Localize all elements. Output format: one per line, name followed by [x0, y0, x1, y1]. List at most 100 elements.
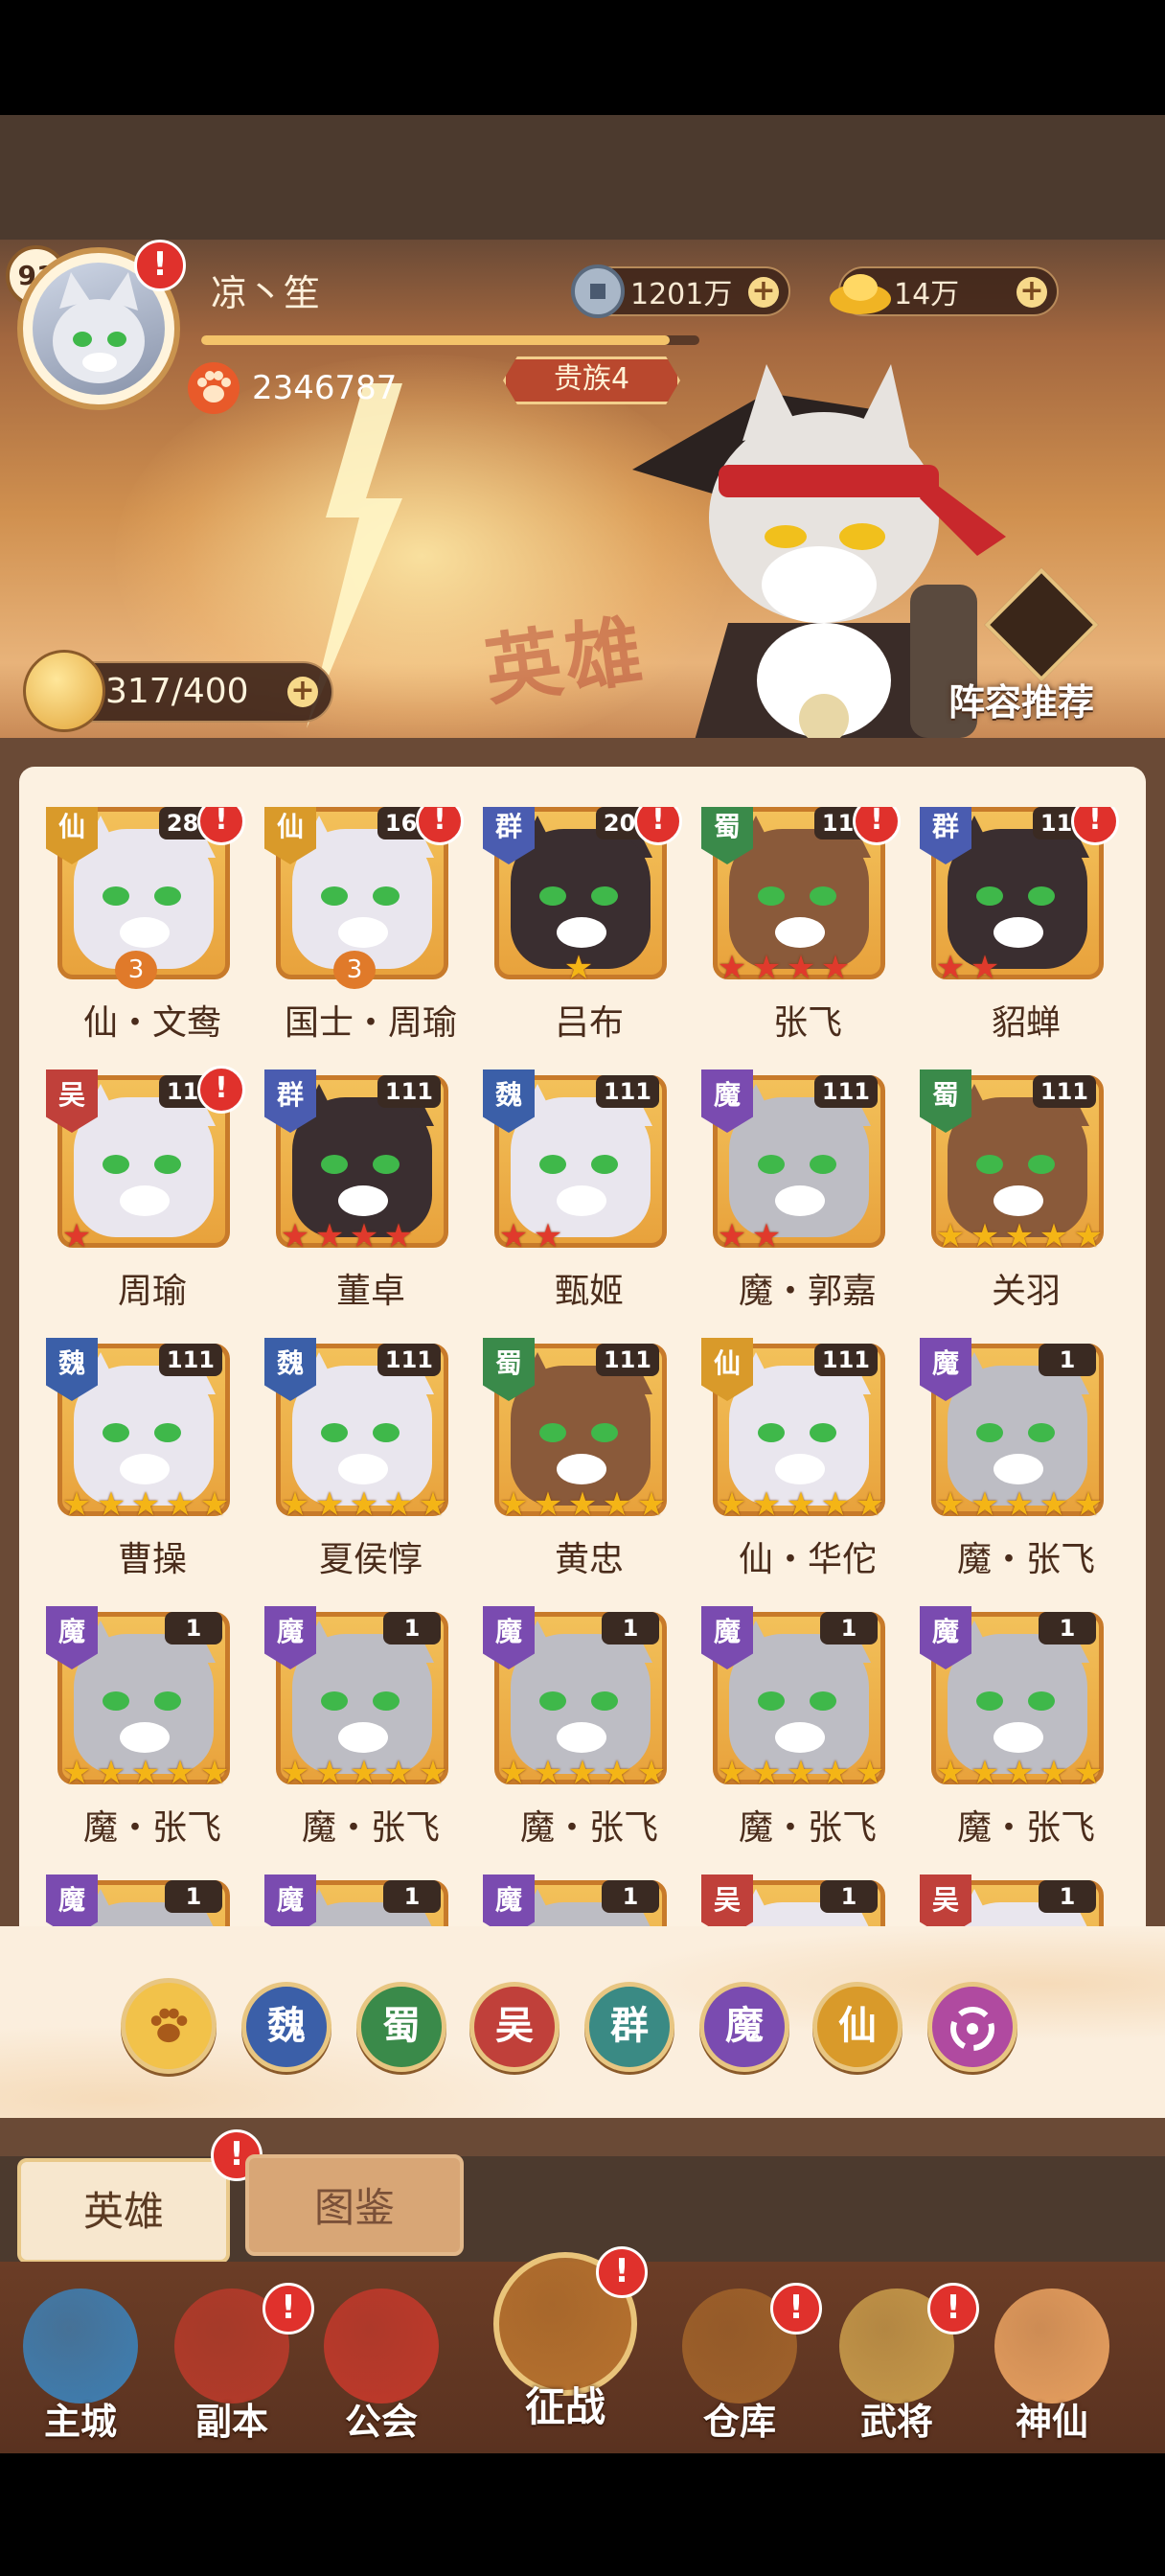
star-icon: ★	[1004, 1217, 1035, 1255]
hero-name: 董卓	[335, 1272, 405, 1311]
star-icon: ★	[751, 949, 782, 987]
hero-eye	[154, 1423, 181, 1442]
star-icon: ★	[165, 1485, 195, 1524]
star-icon: ★	[1039, 1754, 1069, 1792]
hero-card[interactable]: 蜀 111! ★ ★ ★ ★ 张飞	[697, 807, 901, 1066]
hero-level: 111	[595, 1344, 659, 1376]
star-icon: ★	[96, 1485, 126, 1524]
hero-card[interactable]: 魏 111 ★ ★ 甄姬	[479, 1070, 667, 1334]
filter-魏[interactable]: 魏	[241, 1982, 331, 2072]
filter-蜀[interactable]: 蜀	[356, 1982, 446, 2072]
hero-muzzle	[557, 1722, 606, 1753]
filter-仙[interactable]: 仙	[812, 1982, 902, 2072]
tab-heroes[interactable]: 英雄	[17, 2158, 230, 2264]
hero-card[interactable]: 吴1	[697, 1874, 885, 1930]
add-stamina-button[interactable]: +	[287, 677, 318, 707]
star-icon: ★	[199, 1485, 230, 1524]
hero-name: 魔・张飞	[738, 1808, 877, 1848]
hero-card[interactable]: 群 200! ★ 吕布	[479, 807, 682, 1066]
nav-alert-badge: !	[770, 2283, 822, 2334]
hero-card[interactable]: 魔1	[479, 1874, 667, 1930]
star-icon: ★	[717, 949, 747, 987]
hero-card[interactable]: 魔1	[42, 1874, 230, 1930]
stamina-value: 317/400	[105, 672, 249, 711]
hero-card[interactable]: 魔 1 ★ ★ ★ ★ ★ 魔・张飞	[42, 1606, 230, 1871]
filter-吴[interactable]: 吴	[469, 1982, 560, 2072]
stamina-display[interactable]: 317/400 +	[23, 650, 333, 732]
hero-eye	[591, 1423, 618, 1442]
star-icon: ★	[717, 1754, 747, 1792]
add-gold-button[interactable]: +	[1017, 277, 1047, 308]
hero-card[interactable]: 魔 1 ★ ★ ★ ★ ★ 魔・张飞	[261, 1606, 448, 1871]
faction-badge: 魔	[483, 1874, 535, 1930]
hero-eye	[154, 886, 181, 906]
noble-rank-badge[interactable]: 贵族4	[503, 356, 680, 404]
star-icon: ★	[533, 1485, 563, 1524]
filter-魔[interactable]: 魔	[699, 1982, 789, 2072]
swirl-icon	[950, 2007, 994, 2051]
hero-card[interactable]: 魏 111 ★ ★ ★ ★ ★ 曹操	[42, 1338, 230, 1602]
hero-muzzle	[775, 917, 825, 948]
hero-muzzle	[120, 1185, 170, 1216]
hero-name: 张飞	[772, 1003, 842, 1043]
hero-card[interactable]: 蜀 111 ★ ★ ★ ★ ★ 关羽	[916, 1070, 1104, 1334]
hero-muzzle	[557, 1454, 606, 1484]
hero-name: 仙・华佗	[738, 1540, 877, 1579]
hero-card[interactable]: 群 111! ★ ★ 貂蝉	[916, 807, 1119, 1066]
star-icon: ★	[349, 1754, 379, 1792]
hero-card[interactable]: 魔 1 ★ ★ ★ ★ ★ 魔・张飞	[916, 1606, 1104, 1871]
paw-filter-button[interactable]	[121, 1978, 217, 2074]
star-icon: ★	[751, 1485, 782, 1524]
hero-card[interactable]: 仙 280! 3 仙・文鸯	[42, 807, 245, 1066]
star-icon: ★	[533, 1217, 563, 1255]
hero-eye	[373, 1691, 400, 1711]
add-copper-button[interactable]: +	[748, 277, 779, 308]
hero-muzzle	[120, 1454, 170, 1484]
gold-value: 14万	[894, 278, 960, 311]
hero-eye	[1028, 1155, 1055, 1174]
status-bar	[0, 0, 1165, 115]
nav-sword[interactable]: 副本!	[155, 2283, 314, 2443]
hero-muzzle	[994, 1722, 1043, 1753]
hero-name: 魔・张飞	[301, 1808, 440, 1848]
hero-name: 魔・张飞	[956, 1540, 1095, 1579]
nav-castle[interactable]: 主城	[4, 2288, 157, 2443]
star-icon: ★	[751, 1217, 782, 1255]
nav-general[interactable]: 武将!	[820, 2283, 979, 2443]
hero-card[interactable]: 魔 1 ★ ★ ★ ★ ★ 魔・张飞	[916, 1338, 1104, 1602]
hero-card[interactable]: 魔 1 ★ ★ ★ ★ ★ 魔・张飞	[697, 1606, 885, 1871]
hero-card[interactable]: 魔 111 ★ ★ 魔・郭嘉	[697, 1070, 885, 1334]
hero-eye	[321, 1155, 348, 1174]
hero-grid: 仙 280! 3 仙・文鸯仙 164! 3 国士・周瑜群 200! ★ 吕布蜀 111! ★ ★ ★ ★ 张飞…	[42, 807, 1144, 1930]
hero-card[interactable]: 魔1	[261, 1874, 448, 1930]
tab-codex[interactable]: 图鉴	[245, 2154, 464, 2256]
swirl-filter-button[interactable]	[927, 1982, 1017, 2072]
hero-eye	[758, 1155, 785, 1174]
copper-value: 1201万	[630, 278, 733, 311]
hero-card[interactable]: 仙 111 ★ ★ ★ ★ ★ 仙・华佗	[697, 1338, 885, 1602]
hero-eye	[103, 1423, 129, 1442]
hero-card[interactable]: 蜀 111 ★ ★ ★ ★ ★ 黄忠	[479, 1338, 667, 1602]
hero-eye	[758, 886, 785, 906]
hero-name: 魔・张飞	[519, 1808, 658, 1848]
hero-muzzle	[338, 1185, 388, 1216]
hero-level: 1	[383, 1612, 441, 1644]
hero-card[interactable]: 魏 111 ★ ★ ★ ★ ★ 夏侯惇	[261, 1338, 448, 1602]
nav-label: 武将	[859, 2401, 933, 2443]
hero-card[interactable]: 群 111 ★ ★ ★ ★ 董卓	[261, 1070, 448, 1334]
xp-bar	[201, 335, 699, 345]
tab-strip	[0, 2118, 1165, 2156]
hero-card[interactable]: 魔 1 ★ ★ ★ ★ ★ 魔・张飞	[479, 1606, 667, 1871]
nav-bag[interactable]: 仓库!	[663, 2283, 822, 2443]
hero-card[interactable]: 吴 111! ★ 周瑜	[42, 1066, 245, 1334]
star-rating: ★ ★ ★ ★ ★	[496, 1487, 669, 1522]
nav-flag[interactable]: 公会	[305, 2288, 458, 2443]
hero-card[interactable]: 吴1	[916, 1874, 1104, 1930]
star-icon: ★	[751, 1754, 782, 1792]
lineup-recommend-button[interactable]: 阵容推荐	[948, 567, 1116, 724]
hero-name: 魔・张飞	[956, 1808, 1095, 1848]
filter-群[interactable]: 群	[584, 1982, 674, 2072]
nav-cat[interactable]: 神仙	[975, 2288, 1129, 2443]
hero-card[interactable]: 仙 164! 3 国士・周瑜	[261, 807, 464, 1066]
nav-battle[interactable]: 征战!	[489, 2246, 648, 2430]
